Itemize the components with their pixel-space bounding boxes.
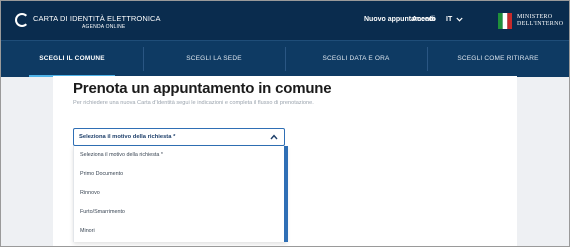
ministry-line-2: DELL'INTERNO <box>517 21 564 27</box>
request-reason-dropdown: Seleziona il motivo della richiesta * Pr… <box>73 146 287 242</box>
option-renewal[interactable]: Rinnovo <box>74 184 286 202</box>
id-card-logo-icon[interactable] <box>15 13 29 27</box>
ministry-name[interactable]: MINISTERO DELL'INTERNO <box>517 14 563 28</box>
chevron-up-icon <box>270 134 278 140</box>
select-label: Seleziona il motivo della richiesta * <box>79 134 176 140</box>
request-reason-select[interactable]: Seleziona il motivo della richiesta * <box>73 128 285 146</box>
booking-card: Prenota un appuntamento in comune Per ri… <box>53 76 517 246</box>
option-placeholder[interactable]: Seleziona il motivo della richiesta * <box>74 146 286 164</box>
italian-flag-emblem-icon <box>498 13 512 29</box>
page-title: Prenota un appuntamento in comune <box>73 80 332 97</box>
tab-choose-pickup[interactable]: SCEGLI COME RITIRARE <box>427 41 569 77</box>
language-selector[interactable]: IT <box>446 16 463 23</box>
tab-choose-office[interactable]: SCEGLI LA SEDE <box>143 41 285 77</box>
ministry-line-1: MINISTERO <box>517 14 553 20</box>
tab-choose-date-time[interactable]: SCEGLI DATA E ORA <box>285 41 427 77</box>
option-minors[interactable]: Minori <box>74 222 286 240</box>
page-intro: Per richiedere una nuova Carta d'Identit… <box>73 100 314 106</box>
option-first-document[interactable]: Primo Documento <box>74 165 286 183</box>
chevron-down-icon <box>456 17 463 22</box>
app-window: CARTA DI IDENTITÀ ELETTRONICA AGENDA ONL… <box>0 0 570 247</box>
dropdown-scrollbar[interactable] <box>284 146 288 242</box>
brand-title[interactable]: CARTA DI IDENTITÀ ELETTRONICA <box>33 14 161 23</box>
language-label: IT <box>446 16 453 23</box>
login-link[interactable]: Accedi <box>412 16 435 23</box>
step-tabs: SCEGLI IL COMUNE SCEGLI LA SEDE SCEGLI D… <box>1 40 569 77</box>
option-theft-loss[interactable]: Furto/Smarrimento <box>74 203 286 221</box>
brand-subtitle: AGENDA ONLINE <box>82 24 126 30</box>
top-header: CARTA DI IDENTITÀ ELETTRONICA AGENDA ONL… <box>1 1 569 40</box>
tab-choose-municipality[interactable]: SCEGLI IL COMUNE <box>1 41 143 77</box>
